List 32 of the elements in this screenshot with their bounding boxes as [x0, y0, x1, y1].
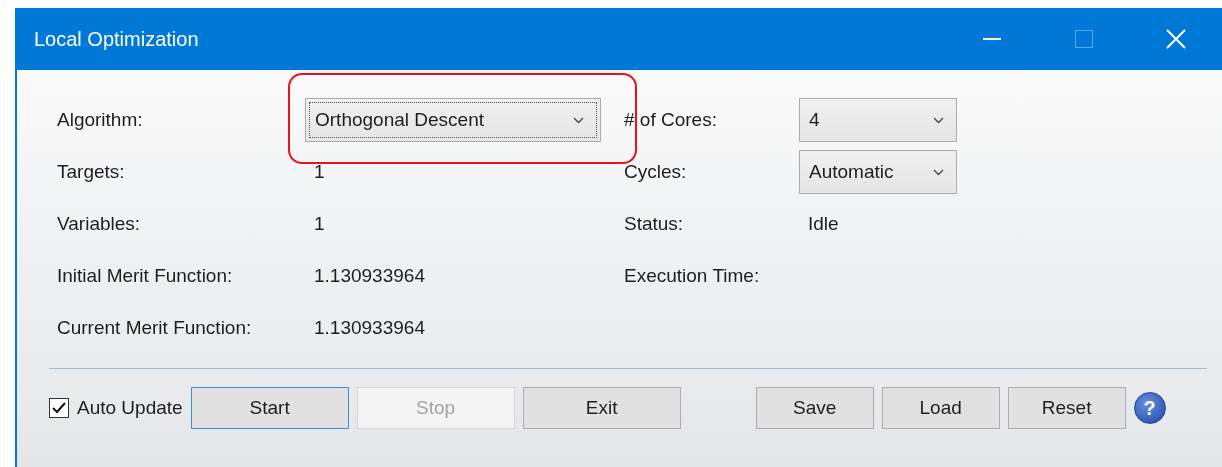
field-label: Algorithm: [57, 109, 144, 131]
field-label: Targets: [57, 161, 126, 183]
field-value: 1.130933964 [314, 317, 425, 338]
field-label: # of Cores: [624, 109, 718, 131]
field-label: Variables: [57, 213, 142, 235]
action-button[interactable]: Load [881, 387, 1000, 429]
action-button[interactable]: Reset [1007, 387, 1126, 429]
field-label: Cycles: [624, 161, 688, 183]
action-button[interactable]: Exit [522, 387, 681, 429]
dropdown[interactable]: Orthogonal Descent [305, 98, 601, 142]
minimize-icon[interactable] [983, 38, 1001, 40]
field-value: 1 [314, 213, 325, 234]
chevron-down-icon [573, 116, 584, 124]
field-value: Idle [808, 213, 839, 234]
field-label: Status: [624, 213, 685, 235]
field-value: 1 [314, 161, 325, 182]
checkmark-icon [52, 402, 66, 414]
dropdown[interactable]: 4 [799, 98, 957, 142]
action-button[interactable]: Start [190, 387, 349, 429]
auto-update-checkbox[interactable]: Auto Update [49, 397, 183, 419]
action-button[interactable]: Save [755, 387, 874, 429]
close-icon[interactable] [1166, 29, 1186, 49]
help-button[interactable]: ? [1133, 392, 1166, 424]
maximize-icon[interactable] [1075, 30, 1093, 48]
dropdown[interactable]: Automatic [799, 150, 957, 194]
field-label: Execution Time: [624, 265, 761, 287]
field-label: Current Merit Function: [57, 317, 253, 339]
field-label: Initial Merit Function: [57, 265, 234, 287]
chevron-down-icon [933, 116, 944, 124]
field-value: 1.130933964 [314, 265, 425, 286]
chevron-down-icon [933, 168, 944, 176]
window-title: Local Optimization [34, 27, 200, 51]
